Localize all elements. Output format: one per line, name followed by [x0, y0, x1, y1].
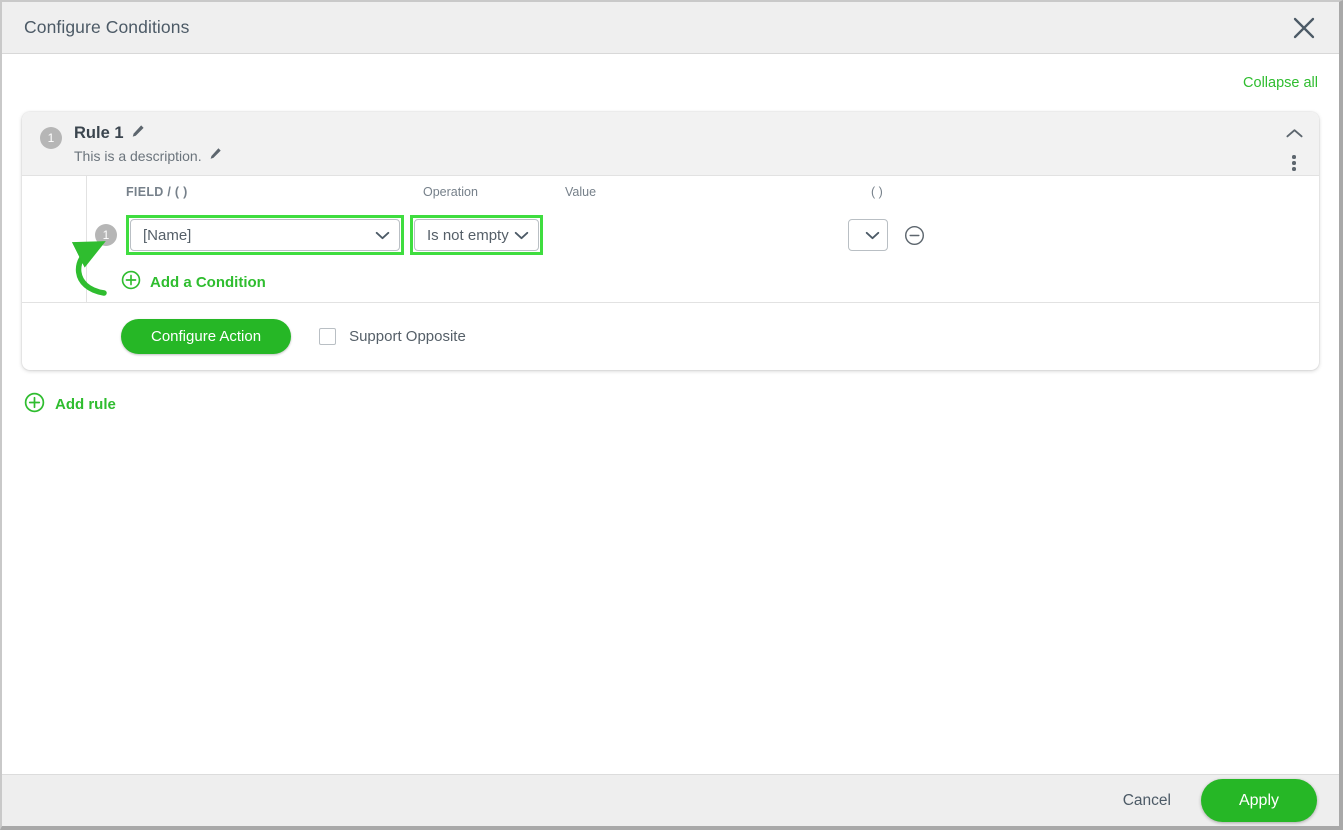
operation-dropdown[interactable]: Is not empty [414, 219, 539, 251]
field-dropdown[interactable]: [Name] [130, 219, 400, 251]
chevron-down-icon [865, 227, 880, 244]
rule-action-row: Configure Action Support Opposite [22, 302, 1319, 370]
field-dropdown-value: [Name] [143, 226, 192, 244]
support-opposite-label: Support Opposite [349, 328, 466, 345]
rule-title: Rule 1 [74, 124, 124, 142]
condition-row-number-badge: 1 [95, 224, 117, 246]
pencil-icon[interactable] [209, 147, 222, 165]
column-header-parenthesis: ( ) [871, 185, 883, 199]
collapse-all-link[interactable]: Collapse all [1243, 75, 1318, 91]
dialog-body: Collapse all 1 Rule 1 This is a descript… [2, 54, 1339, 774]
chevron-down-icon [514, 227, 529, 244]
close-parenthesis-dropdown[interactable] [848, 219, 888, 251]
rule-description: This is a description. [74, 148, 202, 164]
add-condition-row: Add a Condition [22, 262, 1319, 302]
column-headers: FIELD / ( ) Operation Value ( ) [22, 176, 1319, 208]
close-icon[interactable] [1287, 11, 1321, 45]
chevron-up-icon[interactable] [1281, 122, 1307, 144]
circle-plus-icon [24, 392, 45, 417]
rule-description-line: This is a description. [74, 147, 222, 165]
condition-row: 1 [Name] Is not empty [22, 208, 1319, 262]
kebab-menu-icon[interactable] [1281, 150, 1307, 176]
add-condition-label: Add a Condition [150, 273, 266, 291]
configure-conditions-dialog: Configure Conditions Collapse all 1 Rule… [0, 0, 1343, 830]
add-rule-label: Add rule [55, 396, 116, 413]
rule-meta: Rule 1 This is a description. [74, 124, 222, 165]
circle-plus-icon [121, 270, 141, 294]
support-opposite-checkbox[interactable] [319, 328, 337, 345]
chevron-down-icon [375, 227, 390, 244]
add-condition-link[interactable]: Add a Condition [121, 270, 266, 294]
add-rule-link[interactable]: Add rule [22, 392, 116, 417]
cancel-button[interactable]: Cancel [1119, 786, 1175, 816]
rule-header-actions [1281, 122, 1307, 176]
dialog-footer: Cancel Apply [2, 774, 1339, 826]
collapse-all-row: Collapse all [22, 54, 1319, 112]
dialog-titlebar: Configure Conditions [2, 2, 1339, 54]
field-dropdown-highlight: [Name] [126, 215, 404, 255]
dialog-title: Configure Conditions [24, 17, 190, 37]
support-opposite-checkbox-wrap[interactable]: Support Opposite [319, 328, 466, 345]
rule-card: 1 Rule 1 This is a description. FIELD / … [22, 112, 1319, 370]
conditions-section: FIELD / ( ) Operation Value ( ) 1 [Name] [22, 175, 1319, 302]
column-header-value: Value [565, 185, 597, 199]
pencil-icon[interactable] [131, 124, 145, 143]
operation-dropdown-highlight: Is not empty [410, 215, 543, 255]
circle-minus-icon[interactable] [904, 225, 925, 246]
rule-title-line: Rule 1 [74, 124, 222, 143]
apply-button[interactable]: Apply [1200, 779, 1317, 822]
configure-action-button[interactable]: Configure Action [121, 319, 292, 354]
rule-header: 1 Rule 1 This is a description. [22, 112, 1319, 175]
operation-dropdown-value: Is not empty [427, 226, 509, 244]
rule-number-badge: 1 [40, 127, 62, 149]
column-header-field: FIELD / ( ) [126, 185, 188, 199]
column-header-operation: Operation [423, 185, 478, 199]
